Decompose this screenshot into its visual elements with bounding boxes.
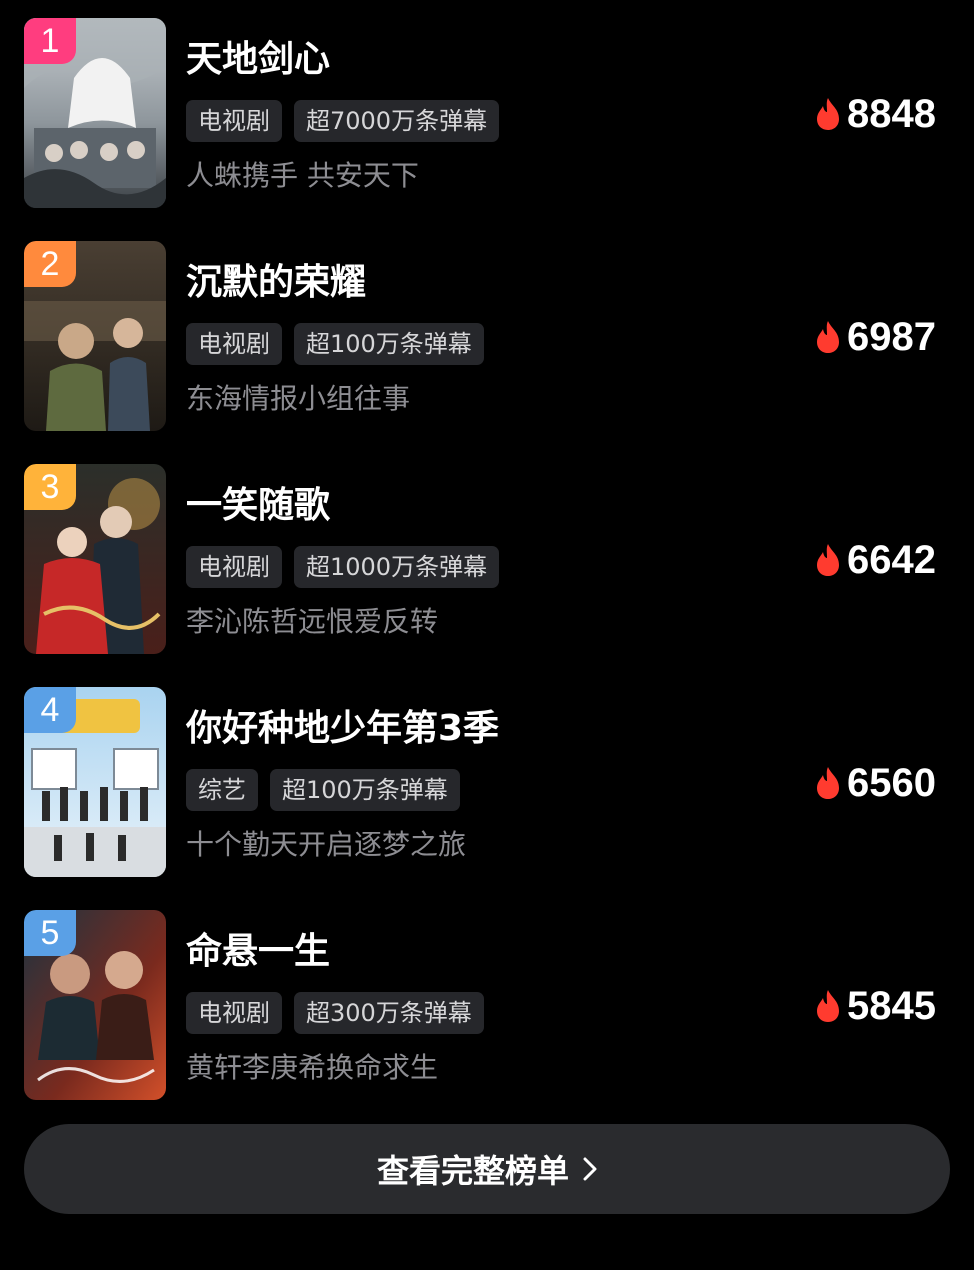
poster-image[interactable]: 1	[24, 18, 166, 208]
rank-badge: 1	[24, 18, 76, 64]
item-subtitle: 黄轩李庚希换命求生	[186, 1051, 439, 1084]
danmaku-count-tag: 超1000万条弹幕	[294, 546, 500, 588]
category-tag: 综艺	[186, 769, 258, 811]
danmaku-count-tag: 超300万条弹幕	[294, 992, 484, 1034]
heat-score: 6987	[815, 313, 936, 361]
chevron-right-icon	[583, 1157, 597, 1181]
heat-value: 6987	[847, 315, 936, 359]
list-item[interactable]: 2 沉默的荣耀 电视剧 超100万条弹幕 东海情报小组往事 6987	[0, 241, 974, 441]
item-title[interactable]: 沉默的荣耀	[186, 259, 366, 307]
list-item[interactable]: 3 一笑随歌 电视剧 超1000万条弹幕 李沁陈哲远恨爱反转 6642	[0, 464, 974, 664]
item-title[interactable]: 一笑随歌	[186, 482, 330, 530]
flame-icon	[817, 990, 840, 1022]
flame-icon	[817, 544, 840, 576]
flame-icon	[817, 98, 840, 130]
item-subtitle: 东海情报小组往事	[186, 382, 411, 415]
poster-image[interactable]: 2	[24, 241, 166, 431]
tag-group: 综艺 超100万条弹幕	[186, 769, 460, 811]
rank-badge: 2	[24, 241, 76, 287]
poster-image[interactable]: 5	[24, 910, 166, 1100]
category-tag: 电视剧	[186, 323, 282, 365]
heat-score: 8848	[815, 90, 936, 138]
category-tag: 电视剧	[186, 546, 282, 588]
tag-group: 电视剧 超1000万条弹幕	[186, 546, 500, 588]
heat-value: 6560	[847, 761, 936, 805]
category-tag: 电视剧	[186, 100, 282, 142]
item-title[interactable]: 你好种地少年第3季	[186, 705, 499, 753]
heat-value: 5845	[847, 984, 936, 1028]
item-subtitle: 十个勤天开启逐梦之旅	[186, 828, 467, 861]
item-subtitle: 李沁陈哲远恨爱反转	[186, 605, 439, 638]
danmaku-count-tag: 超100万条弹幕	[294, 323, 484, 365]
list-item[interactable]: 4 你好种地少年第3季 综艺 超100万条弹幕 十个勤天开启逐梦之旅 6560	[0, 687, 974, 887]
flame-icon	[817, 767, 840, 799]
rank-badge: 4	[24, 687, 76, 733]
tag-group: 电视剧 超7000万条弹幕	[186, 100, 500, 142]
heat-score: 5845	[815, 982, 936, 1030]
item-title[interactable]: 命悬一生	[186, 928, 330, 976]
list-item[interactable]: 5 命悬一生 电视剧 超300万条弹幕 黄轩李庚希换命求生 5845	[0, 910, 974, 1110]
view-full-list-label: 查看完整榜单	[376, 1152, 569, 1190]
item-title[interactable]: 天地剑心	[186, 36, 330, 84]
heat-score: 6560	[815, 759, 936, 807]
poster-image[interactable]: 3	[24, 464, 166, 654]
danmaku-count-tag: 超7000万条弹幕	[294, 100, 500, 142]
heat-value: 8848	[847, 92, 936, 136]
heat-score: 6642	[815, 536, 936, 584]
view-full-list-button[interactable]: 查看完整榜单	[24, 1124, 950, 1214]
tag-group: 电视剧 超300万条弹幕	[186, 992, 484, 1034]
danmaku-count-tag: 超100万条弹幕	[270, 769, 460, 811]
flame-icon	[817, 321, 840, 353]
heat-value: 6642	[847, 538, 936, 582]
poster-image[interactable]: 4	[24, 687, 166, 877]
tag-group: 电视剧 超100万条弹幕	[186, 323, 484, 365]
category-tag: 电视剧	[186, 992, 282, 1034]
item-subtitle: 人蛛携手 共安天下	[186, 159, 419, 192]
rank-badge: 5	[24, 910, 76, 956]
rank-badge: 3	[24, 464, 76, 510]
list-item[interactable]: 1 天地剑心 电视剧 超7000万条弹幕 人蛛携手 共安天下 8848	[0, 18, 974, 218]
